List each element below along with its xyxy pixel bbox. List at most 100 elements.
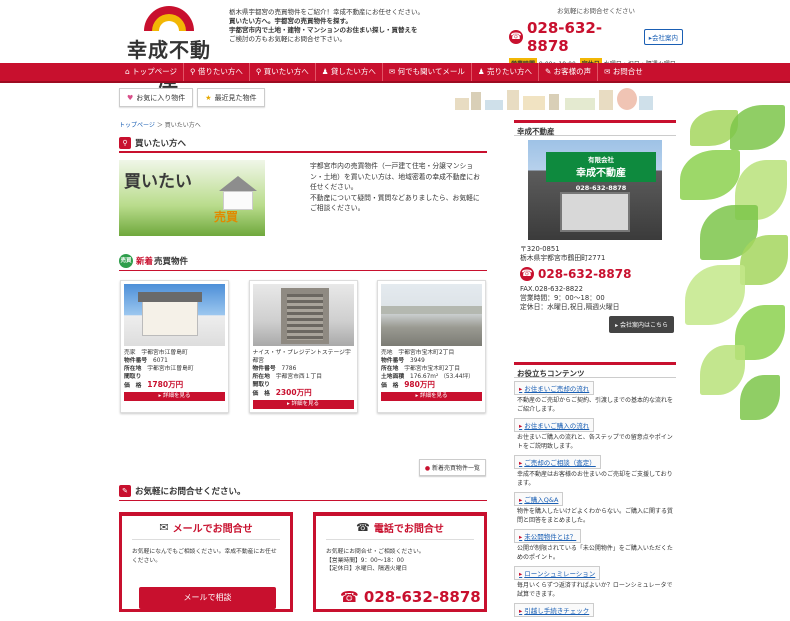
nav-item-sell[interactable]: ♟ 売りたい方へ [472,63,539,81]
nav-item-rent[interactable]: ⚲ 借りたい方へ [184,63,250,81]
user-icon: ♟ [321,67,331,76]
sidebar: 幸成不動産 有限会社 幸成不動産 028-632-8878 〒320-0851 … [514,120,676,617]
useful-item: ▸ 引越し手続きチェック [514,603,676,617]
logo-sun-mark [144,6,194,31]
new-label: 新着 [136,257,154,267]
useful-contents-title: お役立ちコンテンツ [514,362,676,378]
recent-button[interactable]: ★ 最近見た物件 [197,88,265,107]
useful-link-loan-sim[interactable]: ▸ ローンシュミレーション [514,566,601,580]
property-number: 6071 [153,358,168,364]
useful-item: ▸ ご購入Q&A 物件を購入したいけどよくわからない。ご購入に関する質問と回答をま… [514,492,676,525]
favorites-button[interactable]: ♥ お気に入り物件 [119,88,194,107]
property-number: 7786 [281,366,297,372]
intro-text: 宇都宮市内の売買物件（一戸建て住宅・分譲マンション・土地）を買いたい方は、地域密… [310,160,485,236]
property-photo[interactable] [124,284,225,346]
sidebar-hours: 営業時間：9：00～18：00 [520,294,605,302]
useful-link-unlisted[interactable]: ▸ 未公開物件とは？ [514,529,582,543]
property-card[interactable]: 売地 宇都宮市宝木町2丁目 物件番号 3949 所在地 宇都宮市宝木町2丁目 土… [377,280,486,413]
useful-link-moving-check[interactable]: ▸ 引越し手続きチェック [514,603,595,617]
shop-photo: 有限会社 幸成不動産 028-632-8878 [528,140,662,240]
property-card[interactable]: 売家 宇都宮市江曽島町 物件番号 6071 所在地 宇都宮市江曽島町 間取り 価… [120,280,229,413]
detail-button[interactable]: ▸ 詳細を見る [381,392,482,401]
useful-link-sell-flow[interactable]: ▸ お住まいご売却の流れ [514,381,595,395]
site-logo[interactable]: 幸成不動産 [120,6,218,91]
inquiry-label: お気軽にお問合せください [557,7,635,15]
site-header: 幸成不動産 栃木県宇都宮の売買物件をご紹介！幸成不動産にお任せください。 買いた… [0,0,790,91]
useful-item: ▸ ご売却のご相談（査定） 幸成不動産はお客様のお住まいのご売却をご支援しておりま… [514,455,676,488]
nav-item-voice[interactable]: ✎ お客様の声 [539,63,599,81]
search-icon: ⚲ [255,67,264,76]
nav-item-top[interactable]: ⌂ トップページ [119,63,185,81]
banner-sub-text: 売買 [214,210,239,224]
sidebar-tel[interactable]: 028-632-8878 [538,267,631,281]
buy-banner: 買いたい 売買 [119,160,265,236]
property-location: 宇都宮市西１丁目 [275,374,323,380]
tel-contact-title: 電話でお問合せ [373,524,444,535]
company-postal: 〒320-0851 [520,245,560,253]
tel-contact-hours: 【営業時間】9：00～18：00 [326,557,404,564]
header-intro-line: 買いたい方へ。宇都宮の売買物件を探す。 [229,17,352,25]
nav-item-buy[interactable]: ⚲ 買いたい方へ [250,63,316,81]
property-price: 980万円 [404,380,435,389]
header-intro-line: 栃木県宇都宮の売買物件をご紹介！幸成不動産にお任せください。 [229,8,424,16]
property-photo[interactable] [252,284,354,346]
property-card[interactable]: ナイス・ザ・プレジデントステージ宇都宮 物件番号 7786 所在地 宇都宮市西１… [248,280,358,413]
more-listings-button[interactable]: ● 新着売買物件一覧 [418,459,486,476]
star-icon: ★ [205,94,212,102]
property-photo[interactable] [381,284,482,346]
useful-item: ▸ お住まいご売却の流れ 不動産のご売却からご契約、引渡しまでの基本的な流れをご紹… [514,381,676,414]
chevron-right-icon: ▸ [519,570,523,578]
mail-icon: ✉ [159,521,169,534]
phone-icon: ☎ [520,267,534,281]
intro-paragraph: 不動産について疑問・質問などありましたら、お気軽にご相談ください。 [310,193,480,213]
company-info-button[interactable]: ▸会社案内 [643,29,683,45]
chevron-right-icon: ▸ [519,385,523,393]
mail-contact-desc: お気軽になんでもご相談ください。幸成不動産にお任せください。 [132,549,277,564]
banner-main-text: 買いたい [124,172,192,192]
phone-icon: ☎ [356,521,370,534]
sidebar-holiday: 定休日：水曜日,祝日,隔週火曜日 [520,303,620,311]
global-nav: ⌂ トップページ ⚲ 借りたい方へ ⚲ 買いたい方へ ♟ 貸したい方へ ✉ 何で… [0,63,790,83]
phone-icon: ☎ [340,588,364,606]
chevron-right-icon: ▸ [519,422,523,430]
mail-icon: ✉ [388,67,398,76]
user-icon: ♟ [477,67,487,76]
comment-icon: ✎ [119,485,131,497]
company-page-button[interactable]: ▸ 会社案内はこちら [609,316,674,333]
header-tel[interactable]: 028-632-8878 [527,19,644,55]
breadcrumb-home[interactable]: トップページ [119,122,155,129]
chevron-right-icon: ▸ [519,459,523,467]
leaf-decoration [680,105,790,445]
section-header: ⚲ 買いたい方へ [119,135,487,153]
useful-item: ▸ 未公開物件とは？ 公開が制限されている「未公開物件」をご購入いただくためのポイ… [514,529,676,562]
useful-link-qa[interactable]: ▸ ご購入Q&A [514,492,564,506]
mail-consult-button[interactable]: メールで相談 [139,587,276,609]
detail-button[interactable]: ▸ 詳細を見る [124,392,225,401]
useful-link-buy-flow[interactable]: ▸ お住まいご購入の流れ [514,418,595,432]
property-type-area: 売家 宇都宮市江曽島町 [124,350,188,356]
property-location: 宇都宮市江曽島町 [147,366,194,372]
breadcrumb: トップページ ＞ 買いたい方へ [119,120,487,129]
useful-contents-list: ▸ お住まいご売却の流れ 不動産のご売却からご契約、引渡しまでの基本的な流れをご紹… [514,381,676,621]
heart-icon: ♥ [127,94,134,102]
company-address: 栃木県宇都宮市鶴田町2771 [520,254,606,262]
useful-item: ▸ お住まいご購入の流れ お住まいご購入の流れと、各ステップでの留意点やポイントを… [514,418,676,451]
chevron-right-icon: ▸ [519,607,523,615]
property-location: 宇都宮市宝木町2丁目 [404,366,461,372]
search-icon: ⚲ [119,137,131,149]
property-price: 1780万円 [147,380,184,389]
sub-nav: ♥ お気に入り物件 ★ 最近見た物件 [119,88,269,107]
nav-item-ask[interactable]: ✉ 何でも聞いてメール [383,63,472,81]
nav-item-lease[interactable]: ♟ 貸したい方へ [316,63,383,81]
breadcrumb-separator: ＞ [156,122,165,129]
tel-contact-holiday: 【定休日】水曜日、隔週火曜日 [326,566,408,572]
nav-item-contact[interactable]: ✉ お問合せ [598,63,649,81]
detail-button[interactable]: ▸ 詳細を見る [252,400,354,409]
contact-tel[interactable]: 028-632-8878 [364,588,481,606]
shop-sign: 有限会社 幸成不動産 028-632-8878 [546,152,656,192]
chevron-right-icon: ● [424,465,432,472]
chevron-right-icon: ▸ [519,496,523,504]
useful-link-appraisal[interactable]: ▸ ご売却のご相談（査定） [514,455,601,469]
header-contact: お気軽にお問合せください ☎ 028-632-8878 ▸会社案内 営業時間 9… [509,5,683,69]
property-list: 売家 宇都宮市江曽島町 物件番号 6071 所在地 宇都宮市江曽島町 間取り 価… [119,280,487,413]
